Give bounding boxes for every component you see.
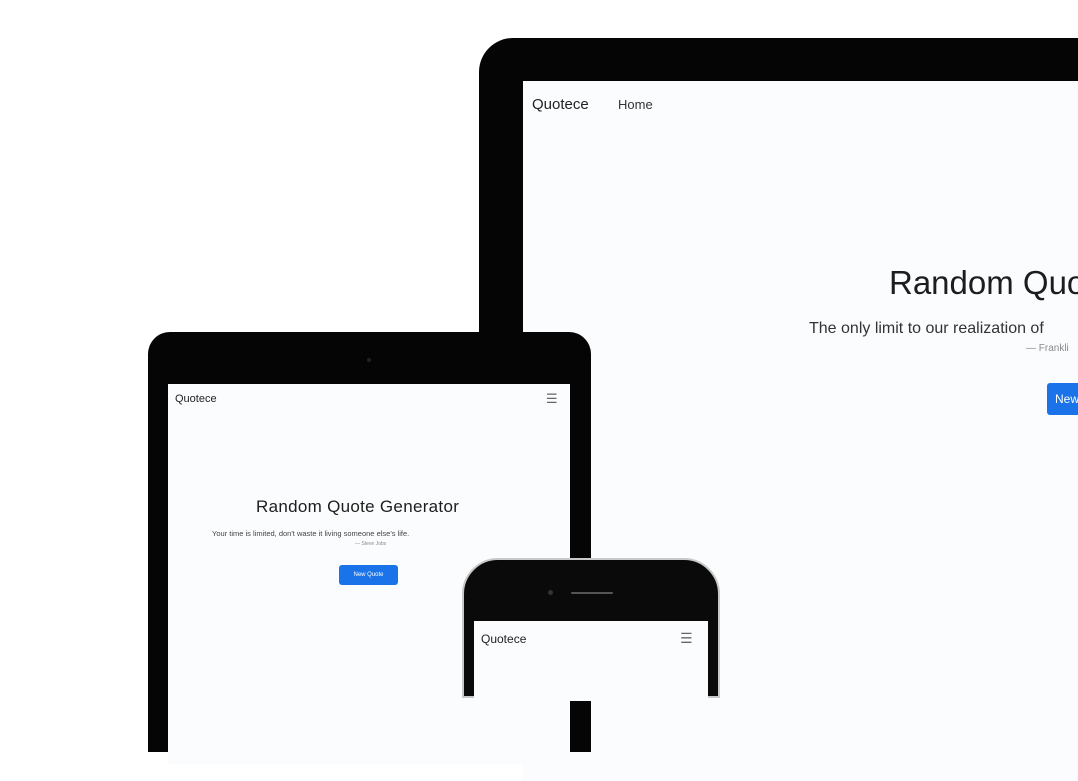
desktop-navbar: Quotece Home [523,81,1078,127]
tablet-camera [367,358,371,362]
phone-mockup: Quotece ☰ [462,558,720,701]
phone-screen: Quotece ☰ [474,621,708,701]
tablet-new-quote-button[interactable]: New Quote [339,565,398,585]
desktop-new-quote-button[interactable]: New [1047,383,1078,415]
tablet-quote-author: — Steve Jobs [355,541,387,547]
phone-brand-logo[interactable]: Quotece [481,632,526,646]
desktop-brand-logo[interactable]: Quotece [532,96,589,113]
phone-menu-icon[interactable]: ☰ [680,630,693,647]
tablet-quote-text: Your time is limited, don't waste it liv… [212,529,410,538]
desktop-quote-text: The only limit to our realization of [809,320,1044,337]
tablet-menu-icon[interactable]: ☰ [546,391,558,407]
tablet-brand-logo[interactable]: Quotece [175,393,217,405]
phone-camera [548,590,553,595]
desktop-page-title: Random Quo [889,264,1078,301]
tablet-page-title: Random Quote Generator [256,497,460,516]
tablet-navbar: Quotece ☰ [168,384,570,414]
phone-navbar: Quotece ☰ [474,621,708,657]
desktop-nav-home-link[interactable]: Home [618,97,653,112]
phone-speaker [571,592,613,594]
desktop-quote-author: — Frankli [1026,343,1069,354]
